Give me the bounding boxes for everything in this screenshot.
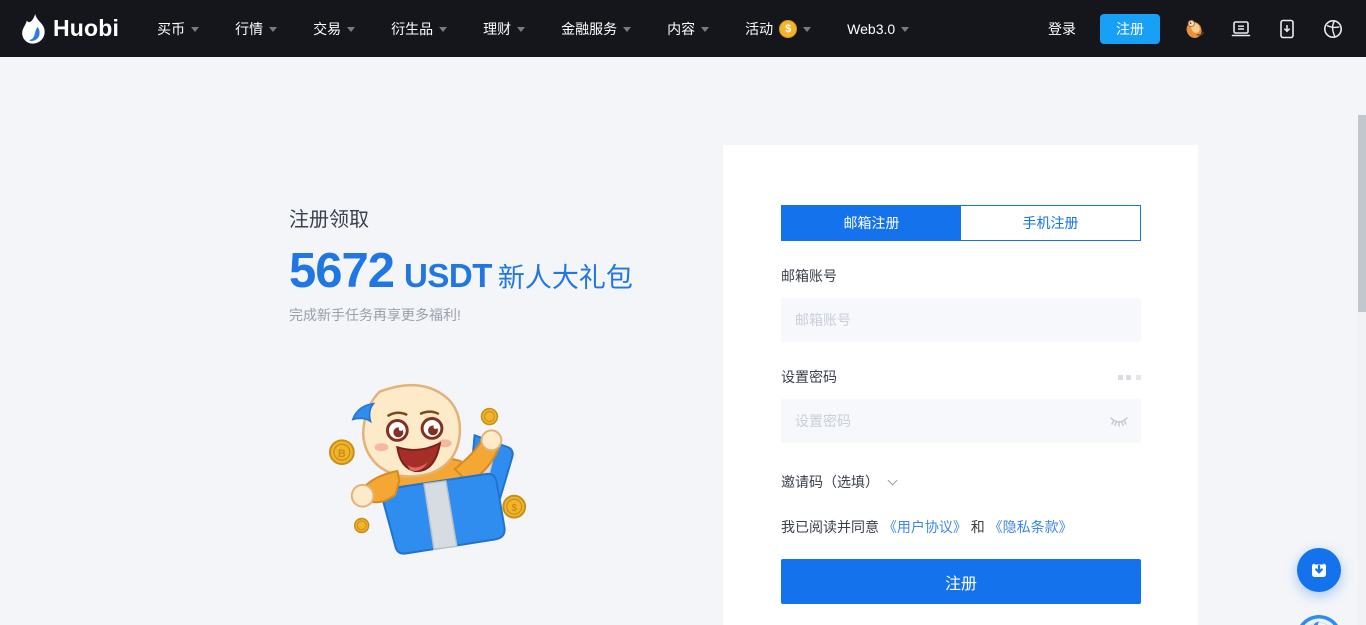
chevron-down-icon	[888, 475, 898, 485]
register-card: 邮箱注册 手机注册 邮箱账号 设置密码	[723, 145, 1198, 625]
huobi-flame-icon	[22, 14, 46, 44]
password-strength-indicator	[1118, 375, 1141, 380]
nav-item-web3[interactable]: Web3.0	[847, 21, 909, 37]
password-input[interactable]	[781, 399, 1141, 443]
promo-amount-row: 5672 USDT 新人大礼包	[289, 247, 719, 296]
top-nav: Huobi 买币 行情 交易 衍生品 理财 金融服务 内容 活动$ Web3.0…	[0, 0, 1366, 57]
register-submit-button[interactable]: 注册	[781, 559, 1141, 604]
customer-service-avatar[interactable]	[1295, 614, 1343, 625]
email-label: 邮箱账号	[781, 266, 837, 286]
chevron-down-icon	[901, 27, 909, 32]
agreement-text: 我已阅读并同意 《用户协议》 和 《隐私条款》	[781, 517, 1141, 537]
promo-currency: USDT	[404, 257, 492, 295]
svg-text:$: $	[511, 503, 517, 514]
coin-top-right	[482, 409, 498, 425]
chevron-down-icon	[347, 27, 355, 32]
desktop-chat-icon[interactable]	[1230, 18, 1252, 40]
scrollbar-thumb[interactable]	[1358, 115, 1366, 312]
coin-right: $	[503, 496, 525, 518]
scrollbar-track[interactable]	[1358, 114, 1366, 625]
invite-code-toggle[interactable]: 邀请码（选填）	[781, 472, 896, 492]
promo-heading: 注册领取	[289, 203, 719, 232]
download-icon	[1308, 559, 1330, 581]
nav-item-trade[interactable]: 交易	[313, 19, 355, 39]
main-menu: 买币 行情 交易 衍生品 理财 金融服务 内容 活动$ Web3.0	[157, 19, 909, 39]
nav-item-content[interactable]: 内容	[667, 19, 709, 39]
nav-right-actions: 登录 注册	[1048, 14, 1344, 44]
coin-left: B	[330, 440, 354, 464]
chevron-down-icon	[803, 27, 811, 32]
password-label: 设置密码	[781, 367, 837, 387]
register-tabs: 邮箱注册 手机注册	[781, 205, 1141, 241]
floating-download-button[interactable]	[1297, 548, 1341, 592]
user-agreement-link[interactable]: 《用户协议》	[883, 519, 967, 535]
nav-item-financial-services[interactable]: 金融服务	[561, 19, 631, 39]
promo-subtitle: 完成新手任务再享更多福利!	[289, 305, 719, 325]
nav-item-markets[interactable]: 行情	[235, 19, 277, 39]
promo-amount: 5672	[289, 247, 394, 296]
nav-item-activity[interactable]: 活动$	[745, 19, 811, 39]
brand-name: Huobi	[53, 15, 119, 42]
app-download-icon[interactable]	[1276, 18, 1298, 40]
activity-coin-icon: $	[779, 20, 797, 38]
nav-login-link[interactable]: 登录	[1048, 19, 1076, 39]
svg-text:B: B	[338, 448, 346, 460]
chevron-down-icon	[623, 27, 631, 32]
tab-email-register[interactable]: 邮箱注册	[782, 206, 961, 240]
chevron-down-icon	[701, 27, 709, 32]
promo-block: 注册领取 5672 USDT 新人大礼包 完成新手任务再享更多福利!	[289, 203, 719, 325]
mascot-reward-icon[interactable]	[1184, 18, 1206, 40]
eye-off-icon[interactable]	[1109, 414, 1129, 428]
language-globe-icon[interactable]	[1322, 18, 1344, 40]
nav-register-button[interactable]: 注册	[1100, 14, 1160, 44]
promo-gift-text: 新人大礼包	[498, 256, 633, 295]
chevron-down-icon	[269, 27, 277, 32]
email-input[interactable]	[781, 298, 1141, 342]
nav-item-buy-crypto[interactable]: 买币	[157, 19, 199, 39]
coin-bottom-left	[355, 519, 369, 533]
nav-item-derivatives[interactable]: 衍生品	[391, 19, 447, 39]
huobi-logo[interactable]: Huobi	[22, 14, 119, 44]
privacy-terms-link[interactable]: 《隐私条款》	[989, 519, 1073, 535]
tab-phone-register[interactable]: 手机注册	[961, 206, 1140, 240]
mascot-illustration: B $	[328, 377, 536, 567]
nav-item-earn[interactable]: 理财	[483, 19, 525, 39]
chevron-down-icon	[191, 27, 199, 32]
main-content: 注册领取 5672 USDT 新人大礼包 完成新手任务再享更多福利!	[0, 57, 1366, 625]
chevron-down-icon	[517, 27, 525, 32]
chevron-down-icon	[439, 27, 447, 32]
